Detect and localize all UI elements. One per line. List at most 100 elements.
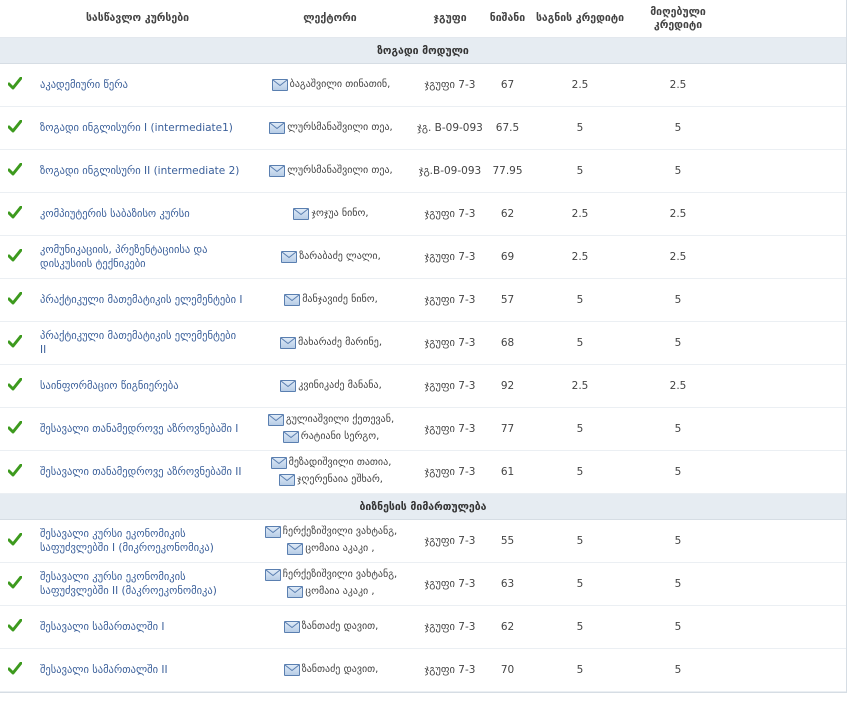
status-cell bbox=[0, 291, 30, 308]
grade-value: 77.95 bbox=[492, 165, 523, 177]
course-name[interactable]: ზოგადი ინგლისური I (intermediate1) bbox=[30, 121, 245, 135]
earned-credits-value: 5 bbox=[674, 664, 682, 676]
envelope-icon[interactable] bbox=[283, 620, 300, 633]
earned-credits-value: 5 bbox=[674, 337, 682, 349]
table-row: პრაქტიკული მათემატიკის ელემენტები II მახა… bbox=[0, 322, 846, 365]
status-cell bbox=[0, 162, 30, 179]
envelope-icon[interactable] bbox=[269, 164, 286, 177]
lecturer-cell: კვინიკაძე მანანა, bbox=[245, 378, 415, 395]
earned-credits-value: 5 bbox=[674, 294, 682, 306]
lecturer-name: ჯოჯუა ნინო, bbox=[311, 207, 369, 219]
lecturer-name: ბაგაშვილი თინათინ, bbox=[289, 78, 391, 90]
subject-credits-value: 5 bbox=[576, 165, 584, 177]
check-icon bbox=[7, 334, 23, 351]
envelope-icon[interactable] bbox=[267, 414, 284, 426]
section-header: ზოგადი მოდული bbox=[0, 38, 846, 64]
envelope-icon[interactable] bbox=[270, 457, 287, 469]
lecturer-name: კვინიკაძე მანანა, bbox=[298, 379, 382, 391]
course-name[interactable]: შესავალი თანამედროვე აზროვნებაში II bbox=[30, 465, 245, 479]
envelope-icon[interactable] bbox=[271, 78, 288, 91]
group-value: ჯგუფი 7-3 bbox=[424, 578, 476, 590]
course-name[interactable]: შესავალი სამართალში I bbox=[30, 620, 245, 634]
table-row: ზოგადი ინგლისური II (intermediate 2) ლურს… bbox=[0, 150, 846, 193]
lecturer-cell: ბაგაშვილი თინათინ, bbox=[245, 77, 415, 94]
envelope-icon[interactable] bbox=[284, 293, 301, 306]
grade-value: 69 bbox=[500, 251, 515, 263]
check-icon bbox=[7, 377, 23, 394]
header-earned-credits: მიღებული კრედიტი bbox=[650, 5, 706, 31]
course-name[interactable]: შესავალი კურსი ეკონომიკის საფუძვლებში II… bbox=[30, 570, 245, 598]
group-value: ჯგუფი 7-3 bbox=[424, 664, 476, 676]
grade-value: 57 bbox=[500, 294, 515, 306]
course-name[interactable]: კომპიუტერის საბაზისო კურსი bbox=[30, 207, 245, 221]
group-value: ჯგუფი 7-3 bbox=[424, 380, 476, 392]
check-icon bbox=[7, 618, 23, 635]
status-cell bbox=[0, 377, 30, 394]
envelope-icon[interactable] bbox=[287, 586, 304, 598]
lecturer-cell: ჯოჯუა ნინო, bbox=[245, 206, 415, 223]
earned-credits-value: 2.5 bbox=[669, 79, 687, 91]
check-icon bbox=[7, 291, 23, 308]
earned-credits-value: 2.5 bbox=[669, 251, 687, 263]
header-lecturer: ლექტორი bbox=[303, 12, 357, 24]
lecturer-cell: ჩერქეზიშვილი ვახტანგ, ცომაია აკაკი , bbox=[245, 524, 415, 558]
table-row: საინფორმაციო წიგნიერება კვინიკაძე მანანა,… bbox=[0, 365, 846, 408]
check-icon bbox=[7, 248, 23, 265]
subject-credits-value: 5 bbox=[576, 122, 584, 134]
envelope-icon[interactable] bbox=[293, 207, 310, 220]
lecturer-name: რატიანი სერგო, bbox=[300, 431, 380, 442]
header-course: სასწავლო კურსები bbox=[85, 12, 190, 24]
earned-credits-value: 5 bbox=[674, 423, 682, 435]
lecturer-cell: ლურსმანაშვილი თეა, bbox=[245, 163, 415, 180]
earned-credits-value: 5 bbox=[674, 466, 682, 478]
lecturer-cell: მეზადიშვილი თათია, ჯღერენაია ეშხარ, bbox=[245, 455, 415, 489]
lecturer-name: ზარაბაძე ლალი, bbox=[299, 250, 381, 262]
status-cell bbox=[0, 205, 30, 222]
lecturer-name: ცომაია აკაკი , bbox=[305, 543, 375, 554]
lecturer-name: ჩერქეზიშვილი ვახტანგ, bbox=[282, 569, 398, 580]
course-name[interactable]: შესავალი თანამედროვე აზროვნებაში I bbox=[30, 422, 245, 436]
course-name[interactable]: შესავალი სამართალში II bbox=[30, 663, 245, 677]
course-name[interactable]: პრაქტიკული მათემატიკის ელემენტები I bbox=[30, 293, 245, 307]
course-name[interactable]: კომუნიკაციის, პრეზენტაციისა და დისკუსიის… bbox=[30, 243, 245, 271]
envelope-icon[interactable] bbox=[279, 336, 296, 349]
table-body: ზოგადი მოდული აკადემიური წერა ბაგაშვილი თი… bbox=[0, 38, 846, 692]
envelope-icon[interactable] bbox=[280, 379, 297, 392]
subject-credits-value: 5 bbox=[576, 337, 584, 349]
subject-credits-value: 5 bbox=[576, 664, 584, 676]
envelope-icon[interactable] bbox=[283, 663, 300, 676]
check-icon bbox=[7, 162, 23, 179]
group-value: ჯგუფი 7-3 bbox=[424, 294, 476, 306]
group-value: ჯგუფი 7-3 bbox=[424, 535, 476, 547]
subject-credits-value: 2.5 bbox=[571, 251, 589, 263]
envelope-icon[interactable] bbox=[281, 250, 298, 263]
envelope-icon[interactable] bbox=[287, 543, 304, 555]
table-row: შესავალი სამართალში I ზანთაძე დავით, ჯგუფი… bbox=[0, 606, 846, 649]
table-row: შესავალი კურსი ეკონომიკის საფუძვლებში II… bbox=[0, 563, 846, 606]
course-name[interactable]: შესავალი კურსი ეკონომიკის საფუძვლებში I … bbox=[30, 527, 245, 555]
table-row: კომუნიკაციის, პრეზენტაციისა და დისკუსიის… bbox=[0, 236, 846, 279]
subject-credits-value: 5 bbox=[576, 578, 584, 590]
status-cell bbox=[0, 532, 30, 549]
group-value: ჯგუფი 7-3 bbox=[424, 79, 476, 91]
earned-credits-value: 5 bbox=[674, 165, 682, 177]
status-cell bbox=[0, 661, 30, 678]
check-icon bbox=[7, 119, 23, 136]
envelope-icon[interactable] bbox=[264, 526, 281, 538]
envelope-icon[interactable] bbox=[264, 569, 281, 581]
subject-credits-value: 5 bbox=[576, 535, 584, 547]
group-value: ჯგ.B-09-093 bbox=[418, 165, 482, 177]
envelope-icon[interactable] bbox=[279, 474, 296, 486]
grade-value: 62 bbox=[500, 621, 515, 633]
course-name[interactable]: ზოგადი ინგლისური II (intermediate 2) bbox=[30, 164, 245, 178]
envelope-icon[interactable] bbox=[282, 431, 299, 443]
status-cell bbox=[0, 618, 30, 635]
course-name[interactable]: საინფორმაციო წიგნიერება bbox=[30, 379, 245, 393]
check-icon bbox=[7, 420, 23, 437]
lecturer-cell: გულიაშვილი ქეთევან, რატიანი სერგო, bbox=[245, 412, 415, 446]
lecturer-name: მახარაძე მარინე, bbox=[297, 336, 383, 348]
course-name[interactable]: აკადემიური წერა bbox=[30, 78, 245, 92]
envelope-icon[interactable] bbox=[269, 121, 286, 134]
lecturer-name: ცომაია აკაკი , bbox=[305, 586, 375, 597]
course-name[interactable]: პრაქტიკული მათემატიკის ელემენტები II bbox=[30, 329, 245, 357]
